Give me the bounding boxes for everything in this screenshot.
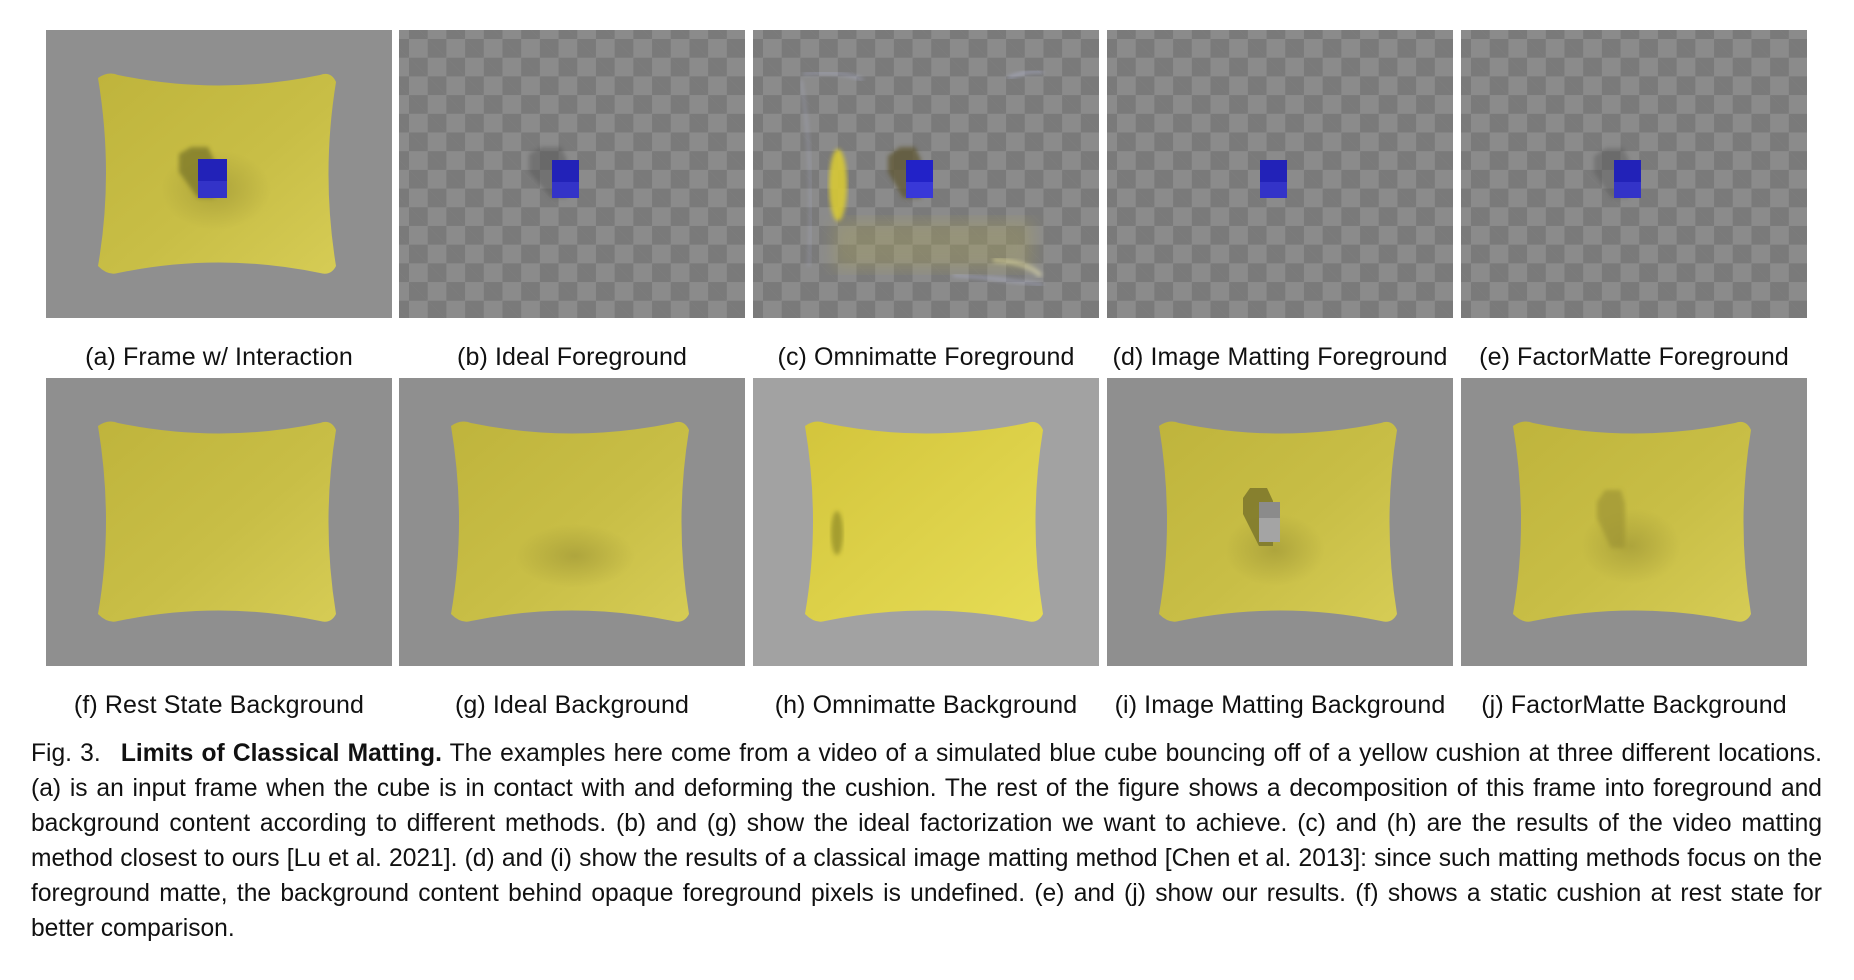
panel-c-omnimatte-foreground — [753, 30, 1099, 318]
panel-i-image-matting-background — [1107, 378, 1453, 666]
subcaption-c: (c) Omnimatte Foreground — [777, 343, 1075, 371]
cube-top-face — [198, 159, 227, 181]
cube-front-face — [1260, 182, 1287, 198]
cushion — [98, 421, 336, 622]
figure-body: The examples here come from a video of a… — [31, 740, 1822, 942]
cube-front-face — [906, 182, 933, 198]
gray-cube-front — [1259, 518, 1280, 542]
cube-top-face — [1260, 160, 1287, 182]
cube-front-face — [198, 181, 227, 198]
subcaption-e: (e) FactorMatte Foreground — [1479, 343, 1789, 371]
gray-cube-top — [1259, 502, 1280, 518]
subcaption-a: (a) Frame w/ Interaction — [85, 343, 353, 371]
cube-front-face — [552, 182, 579, 198]
cube-top-face — [1614, 160, 1641, 182]
cushion — [451, 421, 689, 622]
yellow-artifact — [829, 149, 847, 221]
panel-d-image-matting-foreground — [1107, 30, 1453, 318]
subcaption-f: (f) Rest State Background — [73, 691, 365, 719]
panel-f-rest-state-background — [46, 378, 392, 666]
figure-title: Limits of Classical Matting. — [120, 740, 442, 767]
subcaption-d: (d) Image Matting Foreground — [1112, 343, 1448, 371]
subcaption-i: (i) Image Matting Background — [1114, 691, 1446, 719]
cushion-dent — [515, 524, 635, 588]
cube-front-face — [1614, 182, 1641, 198]
figure-caption: Fig. 3. Limits of Classical Matting. The… — [31, 736, 1822, 946]
panel-e-factormatte-foreground — [1461, 30, 1807, 318]
panel-b-ideal-foreground — [399, 30, 745, 318]
subcaption-b: (b) Ideal Foreground — [457, 343, 687, 371]
panel-j-factormatte-background — [1461, 378, 1807, 666]
panel-a-frame-with-interaction — [46, 30, 392, 318]
figure-number: Fig. 3. — [31, 740, 101, 767]
side-artifact — [831, 511, 843, 555]
cube-top-face — [552, 160, 579, 182]
panel-g-ideal-background — [399, 378, 745, 666]
subcaption-h: (h) Omnimatte Background — [774, 691, 1078, 719]
subcaption-j: (j) FactorMatte Background — [1481, 691, 1787, 719]
panel-h-omnimatte-background — [753, 378, 1099, 666]
subcaption-g: (g) Ideal Background — [454, 691, 690, 719]
cube-top-face — [906, 160, 933, 182]
